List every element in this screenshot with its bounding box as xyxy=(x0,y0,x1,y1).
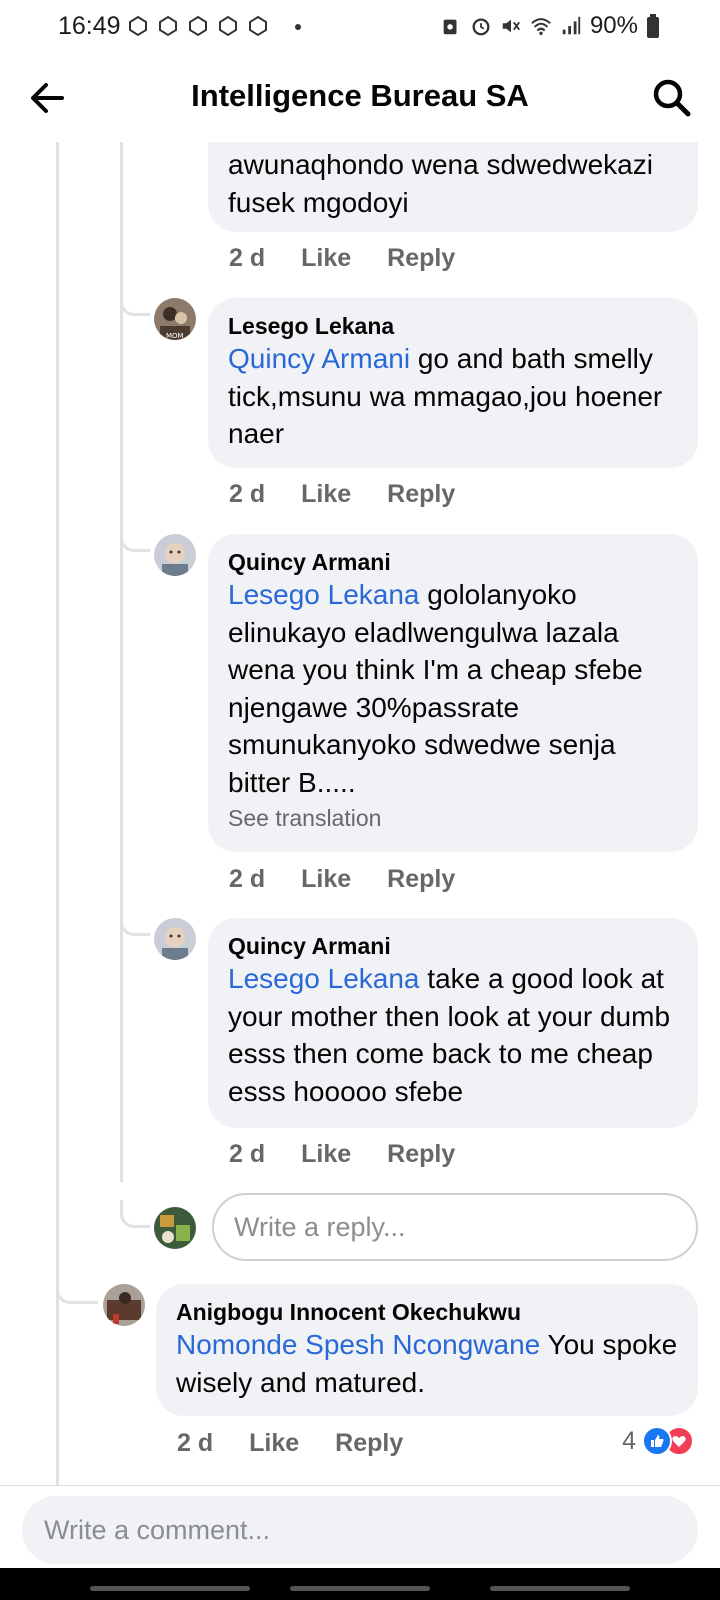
reply-input[interactable]: Write a reply... xyxy=(212,1193,698,1261)
notification-icon xyxy=(189,15,207,37)
reply-button[interactable]: Reply xyxy=(387,244,455,273)
current-user-avatar xyxy=(154,1207,196,1249)
see-translation-link[interactable]: See translation xyxy=(228,805,678,832)
battery-percentage: 90% xyxy=(589,12,638,39)
reply-button[interactable]: Reply xyxy=(387,865,455,894)
comment-time: 2 d xyxy=(177,1429,214,1457)
reply-button[interactable]: Reply xyxy=(335,1429,403,1458)
thread-connector xyxy=(120,1200,150,1228)
comment-text: Lesego Lekana gololanyoko elinukayo elad… xyxy=(228,576,678,801)
avatar[interactable] xyxy=(154,918,196,960)
system-nav-bar xyxy=(0,1568,720,1600)
svg-text:MOM: MOM xyxy=(166,332,184,340)
wifi-icon xyxy=(531,18,551,35)
reply-button[interactable]: Reply xyxy=(387,480,455,509)
comment-time: 2 d xyxy=(229,480,266,508)
comment-input[interactable]: Write a comment... xyxy=(22,1496,698,1564)
mention-link[interactable]: Quincy Armani xyxy=(228,343,410,374)
alarm-icon xyxy=(443,19,457,35)
thread-connector xyxy=(120,288,150,316)
search-icon[interactable] xyxy=(650,76,692,118)
page-title: Intelligence Bureau SA xyxy=(191,78,529,113)
app-header: Intelligence Bureau SA xyxy=(0,56,720,142)
like-button[interactable]: Like xyxy=(249,1429,299,1458)
mute-icon xyxy=(502,19,520,33)
notification-icon xyxy=(249,15,267,37)
mention-link[interactable]: Lesego Lekana xyxy=(228,963,420,994)
comment-actions: 2 d Like Reply xyxy=(229,480,491,509)
comment-author[interactable]: Anigbogu Innocent Okechukwu xyxy=(176,1298,678,1326)
like-button[interactable]: Like xyxy=(301,865,351,894)
comment-bubble: awunaqhondo wena sdwedwekazi fusek mgodo… xyxy=(208,142,698,232)
thread-connector xyxy=(56,1276,98,1304)
avatar[interactable]: MOM xyxy=(154,298,196,340)
comment-time: 2 d xyxy=(229,865,266,893)
notification-icons xyxy=(126,14,270,38)
nav-recents-button[interactable] xyxy=(90,1586,250,1591)
comment-actions: 2 d Like Reply xyxy=(229,865,491,894)
nav-back-button[interactable] xyxy=(490,1586,630,1591)
battery-icon xyxy=(647,14,659,38)
system-icons: 90% xyxy=(440,12,660,40)
comment-author[interactable]: Quincy Armani xyxy=(228,548,678,576)
comment-text: awunaqhondo wena sdwedwekazi fusek mgodo… xyxy=(228,149,653,218)
thread-connector xyxy=(120,524,150,552)
comment-actions: 2 d Like Reply xyxy=(229,1140,491,1169)
comment-body: gololanyoko elinukayo eladlwengulwa laza… xyxy=(228,579,643,798)
comment-bubble: Quincy Armani Lesego Lekana gololanyoko … xyxy=(208,534,698,852)
comment-text: Nomonde Spesh Ncongwane You spoke wisely… xyxy=(176,1326,678,1401)
notification-icon xyxy=(129,15,147,37)
comment-time: 2 d xyxy=(229,1140,266,1168)
avatar[interactable] xyxy=(103,1284,145,1326)
comment-actions: 2 d Like Reply xyxy=(177,1429,439,1458)
reply-button[interactable]: Reply xyxy=(387,1140,455,1169)
avatar[interactable] xyxy=(154,534,196,576)
status-time: 16:49 xyxy=(58,12,121,40)
mention-link[interactable]: Nomonde Spesh Ncongwane xyxy=(176,1329,540,1360)
comment-time: 2 d xyxy=(229,244,266,272)
like-button[interactable]: Like xyxy=(301,1140,351,1169)
thread-connector xyxy=(120,908,150,936)
more-notifications-dot xyxy=(295,24,301,30)
like-button[interactable]: Like xyxy=(301,480,351,509)
comment-text: Lesego Lekana take a good look at your m… xyxy=(228,960,678,1110)
reactions[interactable]: 4 xyxy=(622,1426,694,1456)
mention-link[interactable]: Lesego Lekana xyxy=(228,579,420,610)
comment-author[interactable]: Quincy Armani xyxy=(228,932,678,960)
nav-home-button[interactable] xyxy=(290,1586,430,1591)
status-bar: 16:49 90% xyxy=(0,0,720,56)
comment-author[interactable]: Lesego Lekana xyxy=(228,312,678,340)
comment-bubble: Lesego Lekana Quincy Armani go and bath … xyxy=(208,298,698,468)
comment-text: Quincy Armani go and bath smelly tick,ms… xyxy=(228,340,678,453)
comment-bubble: Anigbogu Innocent Okechukwu Nomonde Spes… xyxy=(156,1284,698,1416)
like-reaction-icon xyxy=(642,1426,672,1456)
like-button[interactable]: Like xyxy=(301,244,351,273)
notification-icon xyxy=(219,15,237,37)
signal-icon xyxy=(562,16,581,35)
notification-icon xyxy=(159,15,177,37)
reaction-count: 4 xyxy=(622,1426,636,1455)
comment-bubble: Quincy Armani Lesego Lekana take a good … xyxy=(208,918,698,1128)
comment-composer: Write a comment... xyxy=(0,1485,720,1567)
alarm-clock-icon xyxy=(472,18,490,36)
comment-actions: 2 d Like Reply xyxy=(229,244,491,273)
